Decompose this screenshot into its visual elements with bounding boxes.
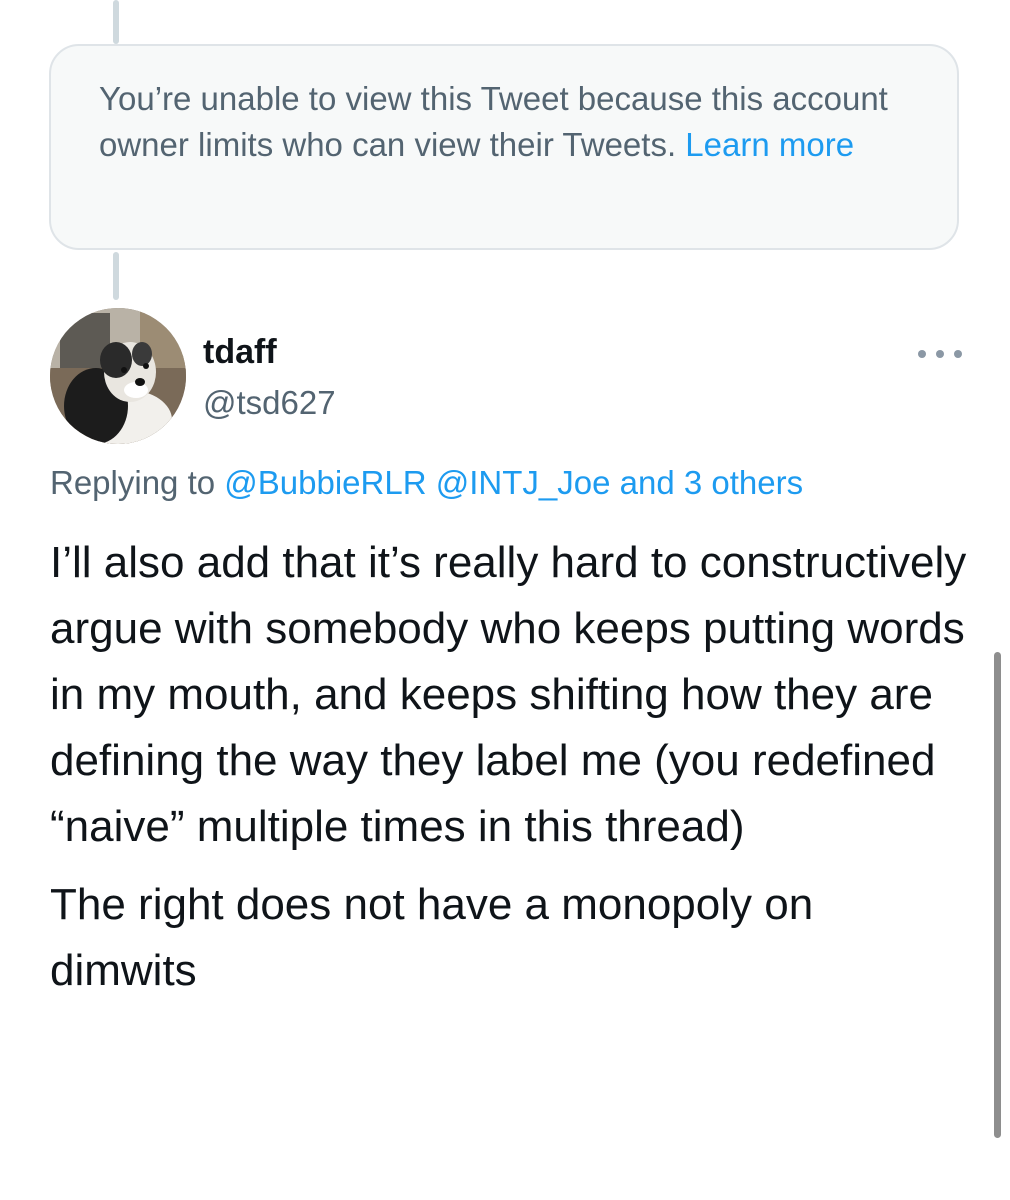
more-horizontal-icon	[936, 350, 944, 358]
author-display-name[interactable]: tdaff	[203, 333, 277, 372]
more-horizontal-icon	[918, 350, 926, 358]
thread-connector-top	[113, 0, 119, 44]
mention-link[interactable]: @INTJ_Joe	[436, 464, 611, 501]
tweet-text: I’ll also add that it’s really hard to c…	[50, 530, 970, 1004]
unavailable-tweet-notice: You’re unable to view this Tweet because…	[49, 44, 959, 250]
more-options-button[interactable]	[918, 344, 962, 364]
avatar[interactable]	[50, 308, 186, 444]
others-link[interactable]: and 3 others	[620, 464, 803, 501]
learn-more-link[interactable]: Learn more	[685, 126, 854, 163]
author-handle[interactable]: @tsd627	[203, 384, 336, 422]
reply-context-prefix: Replying to	[50, 464, 225, 501]
scrollbar[interactable]	[994, 652, 1001, 1138]
tweet-paragraph: I’ll also add that it’s really hard to c…	[50, 538, 967, 851]
tweet-paragraph: The right does not have a monopoly on di…	[50, 880, 814, 995]
more-horizontal-icon	[954, 350, 962, 358]
reply-context: Replying to @BubbieRLR @INTJ_Joe and 3 o…	[50, 464, 803, 502]
mention-link[interactable]: @BubbieRLR	[224, 464, 426, 501]
thread-connector-middle	[113, 252, 119, 300]
